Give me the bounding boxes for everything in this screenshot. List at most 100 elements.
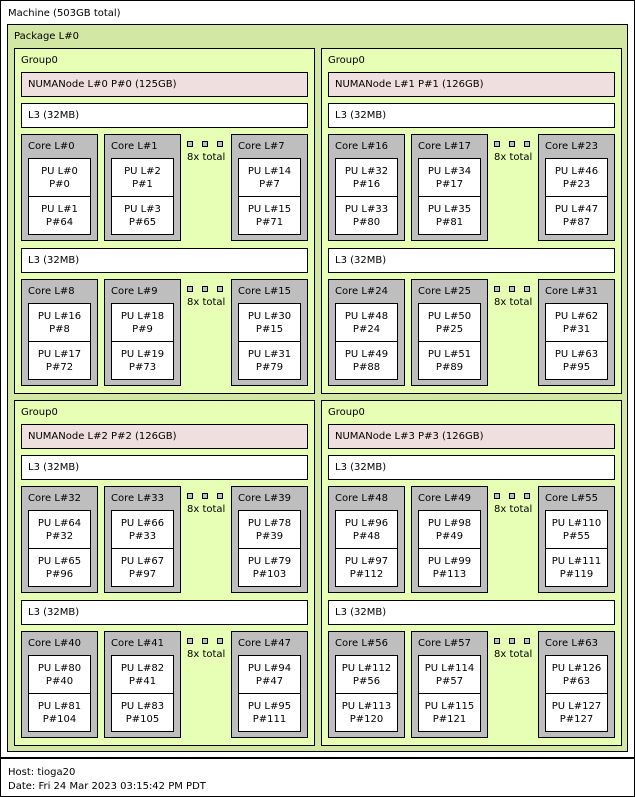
pu-os-index: P#127	[559, 714, 594, 725]
core-label: Core L#17	[418, 141, 471, 152]
pu-os-index: P#32	[45, 531, 74, 542]
pu-os-index: P#55	[562, 531, 591, 542]
pu-label: PU L#34	[427, 166, 472, 177]
pu-box: PU L#111 P#119	[545, 548, 608, 587]
pu-box: PU L#80 P#40	[28, 655, 91, 694]
pu-label: PU L#48	[344, 311, 389, 322]
more-cores-square-icon	[494, 286, 500, 292]
pu-label: PU L#3	[124, 204, 161, 215]
pu-os-index: P#120	[349, 714, 384, 725]
pu-label: PU L#97	[344, 556, 389, 567]
pu-label: PU L#33	[344, 204, 389, 215]
pu-box: PU L#113 P#120	[335, 693, 398, 732]
pu-label: PU L#78	[247, 518, 292, 529]
pu-label: PU L#66	[120, 518, 165, 529]
core-label: Core L#0	[28, 141, 75, 152]
pu-os-index: P#87	[562, 217, 591, 228]
pu-box: PU L#16 P#8	[28, 303, 91, 342]
pu-os-index: P#24	[352, 324, 381, 335]
pu-os-index: P#41	[128, 676, 157, 687]
pu-label: PU L#99	[427, 556, 472, 567]
pu-label: PU L#31	[247, 349, 292, 360]
l3-cache-label: L3 (32MB)	[335, 110, 387, 121]
l3-cache-box: L3 (32MB)	[21, 600, 308, 625]
pu-os-index: P#96	[45, 569, 74, 580]
core-label: Core L#57	[418, 638, 471, 649]
pu-box: PU L#0 P#0	[28, 158, 91, 197]
l3-cache-box: L3 (32MB)	[328, 600, 615, 625]
more-cores-square-icon	[202, 286, 208, 292]
pu-label: PU L#18	[120, 311, 165, 322]
group-label: Group0	[328, 407, 365, 418]
pu-label: PU L#49	[344, 349, 389, 360]
pu-label: PU L#95	[247, 701, 292, 712]
pu-os-index: P#121	[432, 714, 467, 725]
pu-box: PU L#114 P#57	[418, 655, 481, 694]
numa-node-label: NUMANode L#1 P#1 (126GB)	[335, 79, 484, 90]
footer-box: Host: tioga20 Date: Fri 24 Mar 2023 03:1…	[0, 758, 635, 797]
core-label: Core L#7	[238, 141, 285, 152]
pu-os-index: P#8	[49, 324, 70, 335]
more-cores-square-icon	[524, 638, 530, 644]
pu-box: PU L#65 P#96	[28, 548, 91, 587]
pu-label: PU L#15	[247, 204, 292, 215]
pu-os-index: P#95	[562, 362, 591, 373]
pu-box: PU L#47 P#87	[545, 196, 608, 235]
l3-cache-label: L3 (32MB)	[28, 110, 80, 121]
pu-box: PU L#33 P#80	[335, 196, 398, 235]
host-label: Host: tioga20	[8, 767, 76, 778]
core-label: Core L#39	[238, 493, 291, 504]
numa-node-box: NUMANode L#1 P#1 (126GB)	[328, 72, 615, 97]
pu-box: PU L#3 P#65	[111, 196, 174, 235]
more-cores-label: 8x total	[494, 297, 533, 308]
more-cores-square-icon	[217, 493, 223, 499]
group-label: Group0	[21, 407, 58, 418]
pu-label: PU L#14	[247, 166, 292, 177]
more-cores-label: 8x total	[494, 152, 533, 163]
more-cores-square-icon	[187, 141, 193, 147]
l3-cache-box: L3 (32MB)	[21, 248, 308, 273]
pu-label: PU L#82	[120, 663, 165, 674]
pu-os-index: P#1	[132, 179, 153, 190]
more-cores-square-icon	[509, 493, 515, 499]
pu-box: PU L#34 P#17	[418, 158, 481, 197]
pu-box: PU L#14 P#7	[238, 158, 301, 197]
core-label: Core L#24	[335, 286, 388, 297]
pu-box: PU L#81 P#104	[28, 693, 91, 732]
pu-os-index: P#56	[352, 676, 381, 687]
pu-box: PU L#32 P#16	[335, 158, 398, 197]
pu-os-index: P#89	[435, 362, 464, 373]
pu-os-index: P#119	[559, 569, 594, 580]
more-cores-square-icon	[217, 141, 223, 147]
pu-os-index: P#88	[352, 362, 381, 373]
more-cores-label: 8x total	[187, 152, 226, 163]
pu-box: PU L#48 P#24	[335, 303, 398, 342]
pu-os-index: P#23	[562, 179, 591, 190]
pu-label: PU L#115	[424, 701, 475, 712]
date-label: Date: Fri 24 Mar 2023 03:15:42 PM PDT	[8, 781, 206, 792]
pu-box: PU L#18 P#9	[111, 303, 174, 342]
numa-node-box: NUMANode L#2 P#2 (126GB)	[21, 424, 308, 449]
pu-os-index: P#15	[255, 324, 284, 335]
pu-label: PU L#30	[247, 311, 292, 322]
pu-box: PU L#62 P#31	[545, 303, 608, 342]
pu-label: PU L#114	[424, 663, 475, 674]
pu-os-index: P#17	[435, 179, 464, 190]
core-label: Core L#49	[418, 493, 471, 504]
numa-node-box: NUMANode L#3 P#3 (126GB)	[328, 424, 615, 449]
more-cores-square-icon	[217, 638, 223, 644]
pu-os-index: P#7	[259, 179, 280, 190]
numa-node-label: NUMANode L#0 P#0 (125GB)	[28, 79, 177, 90]
more-cores-label: 8x total	[187, 297, 226, 308]
pu-label: PU L#17	[37, 349, 82, 360]
core-label: Core L#15	[238, 286, 291, 297]
pu-label: PU L#1	[41, 204, 78, 215]
pu-box: PU L#98 P#49	[418, 510, 481, 549]
machine-label: Machine (503GB total)	[8, 8, 121, 19]
pu-os-index: P#47	[255, 676, 284, 687]
pu-box: PU L#97 P#112	[335, 548, 398, 587]
pu-os-index: P#57	[435, 676, 464, 687]
pu-label: PU L#64	[37, 518, 82, 529]
pu-box: PU L#66 P#33	[111, 510, 174, 549]
pu-os-index: P#0	[49, 179, 70, 190]
